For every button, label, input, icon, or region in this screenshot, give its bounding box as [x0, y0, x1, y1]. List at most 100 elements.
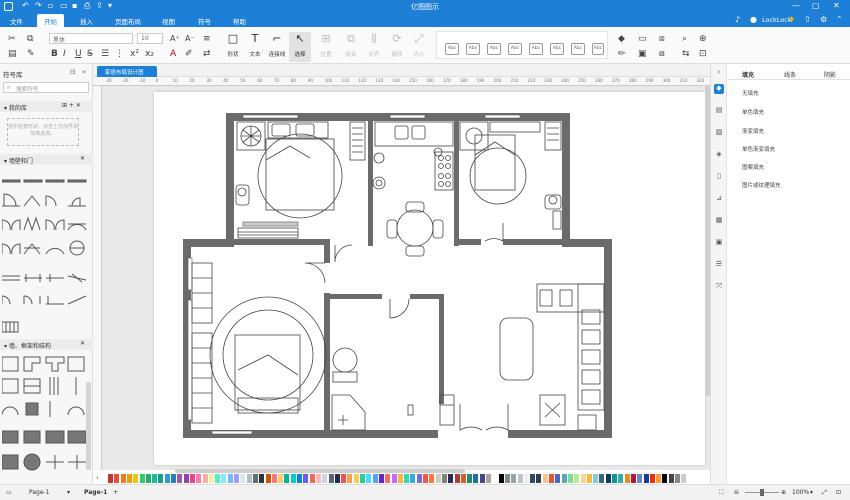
position-button[interactable]: ⊞ 位置	[315, 32, 337, 58]
color-swatch[interactable]	[504, 474, 510, 483]
expand-panel-icon[interactable]: ›	[714, 68, 724, 78]
library-options-icon[interactable]: ⊟	[70, 68, 76, 76]
color-swatch[interactable]	[605, 474, 611, 483]
color-swatch[interactable]	[183, 474, 189, 483]
strikethrough-icon[interactable]: S̶	[87, 49, 93, 59]
color-swatch[interactable]	[656, 474, 662, 483]
subscript-icon[interactable]: x₂	[145, 49, 154, 59]
italic-icon[interactable]: I	[63, 49, 66, 59]
style-sample[interactable]: Abc	[592, 43, 604, 55]
floor-plan-drawing[interactable]	[154, 92, 705, 465]
fill-option-gradient[interactable]: 渐变填充	[742, 127, 764, 135]
section-walls-doors[interactable]: ▾ 墙壁和门 ✕	[0, 154, 93, 165]
color-swatch[interactable]	[681, 474, 687, 483]
color-swatch[interactable]	[492, 474, 498, 483]
menu-file[interactable]: 文件	[10, 16, 23, 26]
color-swatch[interactable]	[687, 474, 693, 483]
color-swatch[interactable]	[265, 474, 271, 483]
chart-icon[interactable]: ⊿	[714, 194, 724, 204]
color-swatch[interactable]	[252, 474, 258, 483]
color-swatch[interactable]	[448, 474, 454, 483]
fit-page-icon[interactable]: ⊡	[699, 49, 707, 59]
section-structure[interactable]: ▾ 墙、框架和结构 ✕	[0, 339, 93, 350]
image-icon[interactable]: ▨	[714, 128, 724, 138]
color-swatch[interactable]	[580, 474, 586, 483]
style-sample[interactable]: Abc	[487, 43, 501, 55]
color-swatch[interactable]	[479, 474, 485, 483]
color-swatch[interactable]	[240, 474, 246, 483]
text-tool-button[interactable]: T 文本	[244, 32, 266, 58]
color-swatch[interactable]	[435, 474, 441, 483]
font-color-icon[interactable]: A	[170, 49, 176, 59]
expand-icon[interactable]: ⤧	[714, 282, 724, 292]
color-swatch[interactable]	[593, 474, 599, 483]
color-swatch[interactable]	[460, 474, 466, 483]
color-swatch[interactable]	[145, 474, 151, 483]
find-icon[interactable]: ⌕	[682, 34, 687, 44]
avatar[interactable]: ●	[750, 15, 757, 24]
fullscreen-icon[interactable]: ⛶	[719, 489, 723, 497]
style-sample[interactable]: Abc	[466, 43, 480, 55]
color-swatch[interactable]	[498, 474, 504, 483]
fit-width-icon[interactable]: ⤢	[822, 489, 827, 497]
color-swatch[interactable]	[334, 474, 340, 483]
color-swatch[interactable]	[189, 474, 195, 483]
font-size-select[interactable]: 10	[137, 33, 163, 44]
text-direction-icon[interactable]: ⇄	[203, 49, 211, 59]
color-swatch[interactable]	[599, 474, 605, 483]
color-swatch[interactable]	[259, 474, 265, 483]
color-swatch[interactable]	[114, 474, 120, 483]
copy-icon[interactable]: ⧉	[27, 34, 33, 44]
increase-font-icon[interactable]: A⁺	[170, 34, 180, 44]
style-sample[interactable]: Abc	[445, 43, 459, 55]
color-swatch[interactable]	[378, 474, 384, 483]
list-icon[interactable]: ☰	[714, 260, 724, 270]
color-swatch[interactable]	[454, 474, 460, 483]
color-swatch[interactable]	[278, 474, 284, 483]
fill-option-pattern[interactable]: 图案填充	[742, 163, 764, 171]
color-swatch[interactable]	[353, 474, 359, 483]
library-scrollbar[interactable]	[86, 382, 91, 470]
tab-shadow[interactable]: 阴影	[824, 70, 836, 79]
page-layout-icon[interactable]: ▭	[6, 489, 12, 496]
line-style-icon[interactable]: ▭	[638, 34, 647, 44]
collapse-ribbon-icon[interactable]: ⌃	[836, 15, 843, 24]
color-swatch[interactable]	[297, 474, 302, 483]
color-swatch[interactable]	[567, 474, 573, 483]
send-back-icon[interactable]: ⧇	[659, 49, 665, 59]
rotate-button[interactable]: ⟳ 旋转	[386, 32, 408, 58]
color-swatch[interactable]	[637, 474, 643, 483]
color-swatch[interactable]	[523, 474, 529, 483]
color-swatch[interactable]	[391, 474, 397, 483]
bring-front-icon[interactable]: ⧈	[659, 34, 665, 44]
bullet-list-icon[interactable]: ☰	[101, 49, 109, 59]
page-dropdown-icon[interactable]: ▾	[67, 489, 70, 496]
add-library-icon[interactable]: ⊞ + ✕	[62, 102, 81, 109]
close-icon[interactable]: ✕	[833, 1, 840, 10]
color-swatch[interactable]	[171, 474, 176, 483]
color-swatch[interactable]	[139, 474, 145, 483]
color-swatch[interactable]	[429, 474, 435, 483]
zoom-slider-handle[interactable]	[760, 489, 764, 496]
color-swatch[interactable]	[347, 474, 353, 483]
style-sample[interactable]: Abc	[508, 43, 522, 55]
style-sample[interactable]: Abc	[529, 43, 543, 55]
color-swatch[interactable]	[108, 474, 113, 483]
color-swatch[interactable]	[152, 474, 158, 483]
color-swatch[interactable]	[662, 474, 668, 483]
color-swatch[interactable]	[649, 474, 655, 483]
color-swatch[interactable]	[410, 474, 416, 483]
color-swatch[interactable]	[271, 474, 277, 483]
color-swatch[interactable]	[441, 474, 447, 483]
color-swatch[interactable]	[284, 474, 290, 483]
numbered-list-icon[interactable]: ⋮	[115, 49, 124, 59]
shape-tool-button[interactable]: □ 形状	[222, 32, 244, 58]
color-swatch[interactable]	[536, 474, 542, 483]
connector-tool-button[interactable]: ⌐ 连接线	[266, 32, 288, 58]
color-swatch[interactable]	[416, 474, 422, 483]
palette-left-icon[interactable]: ‹	[96, 474, 99, 482]
color-swatch[interactable]	[360, 474, 365, 483]
group-button[interactable]: ⧉ 组合	[340, 32, 362, 58]
zoom-in-icon[interactable]: ⊕	[781, 489, 786, 496]
close-section-icon[interactable]: ✕	[80, 155, 85, 162]
